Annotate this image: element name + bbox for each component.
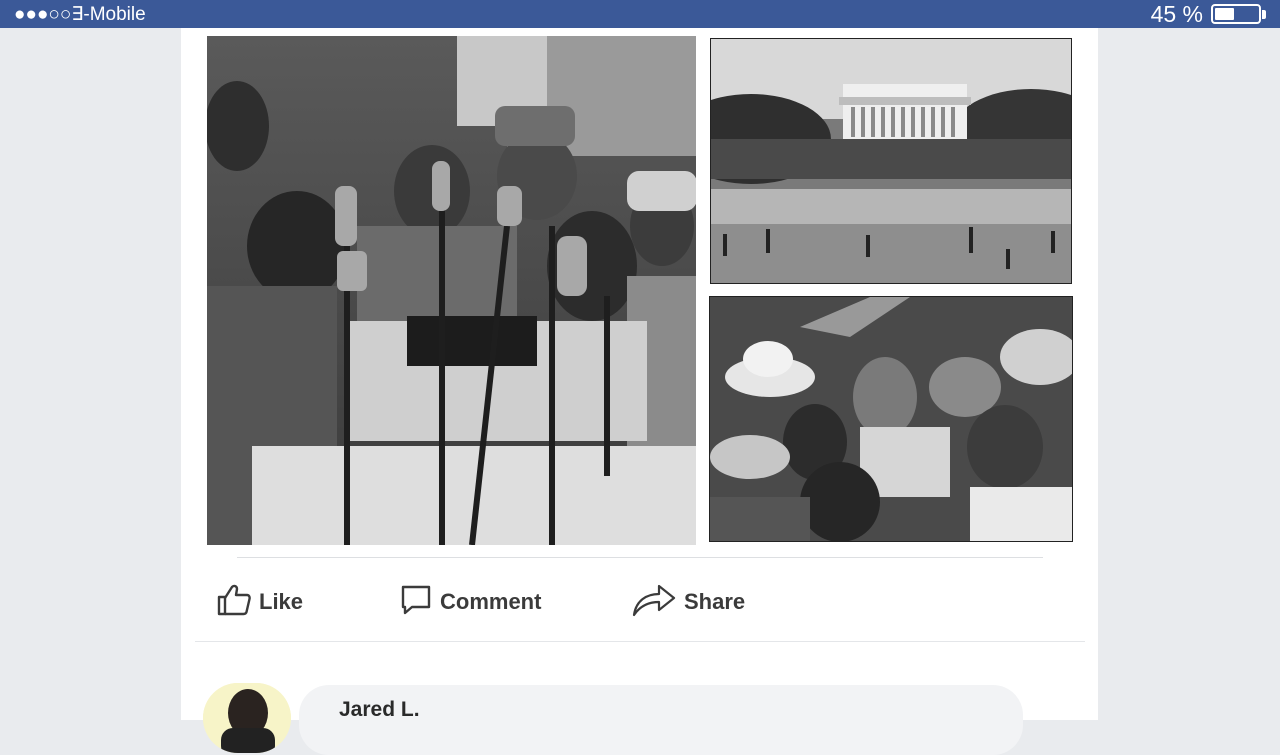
photo-podium-image	[207, 36, 696, 545]
battery-tip	[1262, 9, 1266, 19]
photo-podium[interactable]	[207, 36, 696, 545]
share-label: Share	[684, 589, 746, 614]
carrier-label: ●●●○○∃-Mobile	[14, 4, 146, 25]
actions-divider	[195, 641, 1085, 642]
like-label: Like	[259, 589, 304, 614]
share-arrow-icon	[632, 583, 676, 622]
battery-percent: 45 %	[1150, 0, 1203, 27]
photo-crowd-image	[710, 297, 1072, 541]
comment-bubble: Jared L.	[299, 685, 1023, 755]
comment-author[interactable]: Jared L.	[339, 698, 420, 722]
status-bar: ●●●○○∃-Mobile 45 %	[0, 0, 1280, 28]
speech-bubble-icon	[400, 584, 432, 621]
post-card: Like Comment Share Jared L.	[181, 28, 1098, 755]
like-button[interactable]: Like	[217, 584, 303, 620]
battery-indicator: 45 %	[1150, 0, 1266, 27]
avatar[interactable]	[203, 683, 291, 753]
battery-icon	[1211, 4, 1261, 24]
share-button[interactable]: Share	[632, 584, 745, 620]
comment-item: Jared L.	[203, 683, 1023, 755]
photo-memorial-image	[711, 39, 1071, 283]
photo-crowd[interactable]	[709, 296, 1073, 542]
comment-label: Comment	[440, 589, 542, 614]
comment-button[interactable]: Comment	[400, 584, 541, 620]
photo-lincoln-memorial[interactable]	[710, 38, 1072, 284]
photo-divider	[237, 557, 1043, 558]
thumbs-up-icon	[217, 584, 251, 621]
battery-fill	[1215, 8, 1234, 20]
